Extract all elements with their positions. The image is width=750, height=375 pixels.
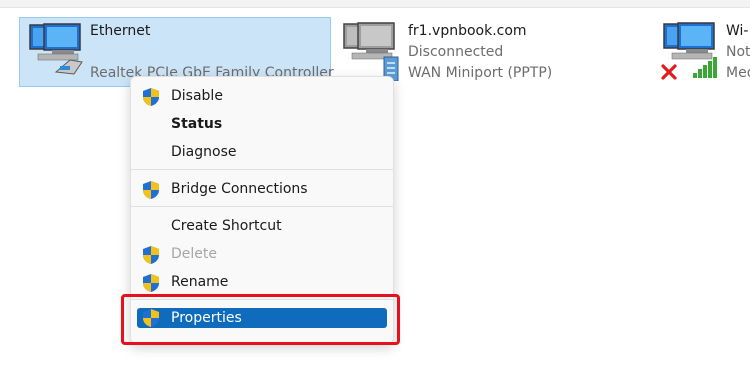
menu-item-label: Status: [171, 116, 223, 132]
adapter-device: WAN Miniport (PPTP): [408, 65, 553, 81]
menu-item-label: Diagnose: [171, 144, 237, 160]
menu-separator: [131, 169, 393, 170]
network-adapter-icon: [343, 22, 399, 81]
uac-shield-icon: [143, 274, 159, 292]
menu-item-bridge-connections[interactable]: Bridge Connections: [131, 175, 393, 203]
annotation-highlight-box: [121, 294, 400, 345]
menu-item-label: Create Shortcut: [171, 218, 282, 234]
adapter-name: fr1.vpnbook.com: [408, 23, 527, 39]
menu-item-create-shortcut[interactable]: Create Shortcut: [131, 212, 393, 240]
menu-item-rename[interactable]: Rename: [131, 268, 393, 296]
uac-shield-icon: [143, 246, 159, 264]
adapter-name: Ethernet: [90, 23, 151, 39]
menu-item-disable[interactable]: Disable: [131, 82, 393, 110]
signal-bars-icon: [693, 57, 717, 78]
menu-item-label: Rename: [171, 274, 229, 290]
adapter-wifi[interactable]: Wi- Not Med: [658, 17, 750, 87]
uac-shield-icon: [143, 88, 159, 106]
network-adapter-icon: [29, 23, 83, 75]
menu-item-label: Disable: [171, 88, 223, 104]
menu-separator: [131, 206, 393, 207]
menu-item-diagnose[interactable]: Diagnose: [131, 138, 393, 166]
adapter-status: Not: [726, 44, 750, 60]
adapter-name: Wi-: [726, 23, 749, 39]
menu-item-delete[interactable]: Delete: [131, 240, 393, 268]
adapter-device: Med: [726, 65, 750, 81]
toolbar-strip: [0, 0, 750, 8]
menu-item-label: Bridge Connections: [171, 181, 308, 197]
menu-item-label: Delete: [171, 246, 217, 262]
uac-shield-icon: [143, 181, 159, 199]
red-x-icon: [661, 64, 677, 80]
menu-item-status[interactable]: Status: [131, 110, 393, 138]
adapter-status: Disconnected: [408, 44, 504, 60]
